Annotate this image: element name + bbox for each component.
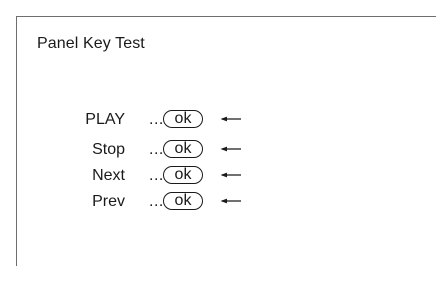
ok-status-badge: ok [163, 192, 203, 210]
left-arrow-icon [220, 116, 241, 122]
leader-dots: ... [149, 141, 164, 158]
key-label: Stop [92, 141, 125, 158]
ok-status-badge: ok [163, 110, 203, 128]
leader-dots: ... [149, 111, 164, 128]
panel-title: Panel Key Test [37, 35, 145, 52]
key-row-next: Next ... ok [17, 165, 317, 187]
left-arrow-icon [220, 198, 241, 204]
ok-status-badge: ok [163, 166, 203, 184]
leader-dots: ... [149, 167, 164, 184]
leader-dots: ... [149, 193, 164, 210]
key-label: PLAY [85, 111, 125, 128]
key-label: Next [92, 167, 125, 184]
key-label: Prev [92, 193, 125, 210]
ok-status-badge: ok [163, 140, 203, 158]
key-row-prev: Prev ... ok [17, 191, 317, 213]
left-arrow-icon [220, 146, 241, 152]
key-test-panel: Panel Key Test PLAY ... ok Stop ... ok N… [16, 16, 436, 266]
key-row-stop: Stop ... ok [17, 139, 317, 161]
key-row-play: PLAY ... ok [17, 109, 317, 131]
left-arrow-icon [220, 172, 241, 178]
